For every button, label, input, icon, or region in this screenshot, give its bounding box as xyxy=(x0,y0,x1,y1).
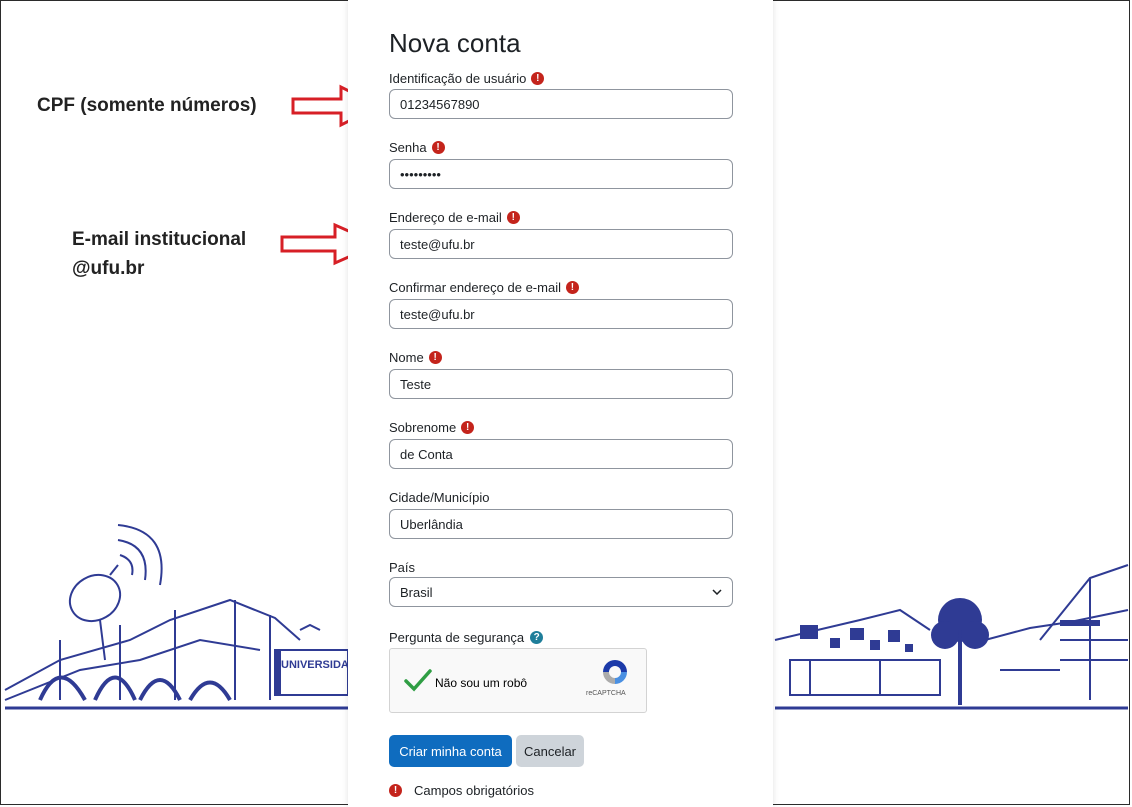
required-fields-note: ! Campos obrigatórios xyxy=(389,783,534,798)
confirm-email-input[interactable] xyxy=(389,299,733,329)
city-label: Cidade/Município xyxy=(389,490,489,505)
last-name-input[interactable] xyxy=(389,439,733,469)
recaptcha-brand: reCAPTCHA xyxy=(586,690,626,697)
email-input[interactable] xyxy=(389,229,733,259)
chevron-down-icon xyxy=(712,589,722,595)
recaptcha-widget[interactable]: Não sou um robô reCAPTCHA xyxy=(389,648,647,713)
city-label-text: Cidade/Município xyxy=(389,490,490,505)
annotation-email-line1: E-mail institucional xyxy=(72,229,247,250)
cancel-button[interactable]: Cancelar xyxy=(516,735,584,767)
create-account-button[interactable]: Criar minha conta xyxy=(389,735,512,767)
security-question-label: Pergunta de segurança ? xyxy=(389,630,544,645)
exclamation-circle-icon: ! xyxy=(431,141,445,154)
username-label-text: Identificação de usuário xyxy=(389,71,527,86)
password-label-text: Senha xyxy=(389,140,427,155)
first-name-input[interactable] xyxy=(389,369,733,399)
country-label: País xyxy=(389,560,415,575)
confirm-email-label-text: Confirmar endereço de e-mail xyxy=(389,280,561,295)
country-select[interactable]: Brasil xyxy=(389,577,733,607)
security-question-label-text: Pergunta de segurança xyxy=(389,630,525,645)
email-label: Endereço de e-mail ! xyxy=(389,210,520,225)
exclamation-circle-icon: ! xyxy=(506,211,520,224)
exclamation-circle-icon: ! xyxy=(428,351,442,364)
annotation-email-line2: @ufu.br xyxy=(72,258,145,279)
check-icon[interactable] xyxy=(404,668,432,692)
question-circle-icon[interactable]: ? xyxy=(530,631,544,644)
last-name-label-text: Sobrenome xyxy=(389,420,457,435)
password-label: Senha ! xyxy=(389,140,445,155)
annotation-cpf: CPF (somente números) xyxy=(37,95,257,116)
page-title: Nova conta xyxy=(389,28,521,58)
username-input[interactable] xyxy=(389,89,733,119)
password-input[interactable] xyxy=(389,159,733,189)
confirm-email-label: Confirmar endereço de e-mail ! xyxy=(389,280,579,295)
required-fields-note-text: Campos obrigatórios xyxy=(414,783,534,798)
first-name-label: Nome ! xyxy=(389,350,442,365)
first-name-label-text: Nome xyxy=(389,350,424,365)
city-input[interactable] xyxy=(389,509,733,539)
exclamation-circle-icon: ! xyxy=(389,784,402,797)
exclamation-circle-icon: ! xyxy=(461,421,475,434)
country-label-text: País xyxy=(389,560,416,575)
last-name-label: Sobrenome ! xyxy=(389,420,475,435)
exclamation-circle-icon: ! xyxy=(565,281,579,294)
username-label: Identificação de usuário ! xyxy=(389,71,545,86)
recaptcha-logo-icon xyxy=(603,660,627,684)
country-selected-value: Brasil xyxy=(400,584,433,600)
recaptcha-label: Não sou um robô xyxy=(435,676,528,690)
email-label-text: Endereço de e-mail xyxy=(389,210,502,225)
exclamation-circle-icon: ! xyxy=(531,72,545,85)
